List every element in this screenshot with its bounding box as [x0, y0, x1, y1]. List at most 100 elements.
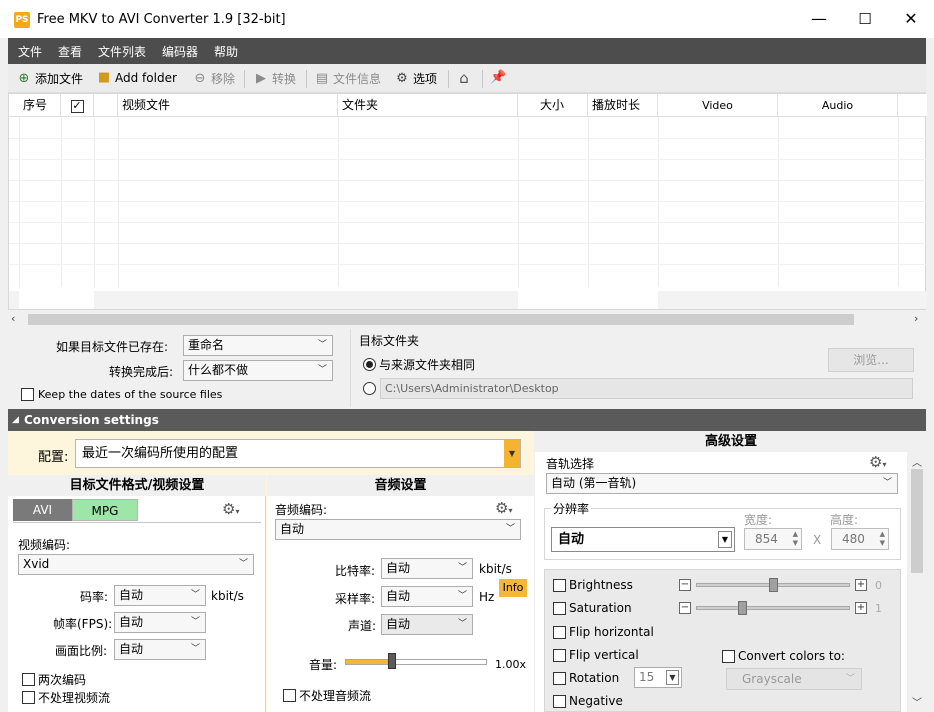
volume-slider[interactable] — [345, 659, 487, 665]
rotation-select[interactable]: 15 ▼ — [634, 667, 682, 688]
file-info-button[interactable]: ▤ 文件信息 — [314, 70, 381, 87]
height-spinner[interactable]: 480 ▲ ▼ — [831, 528, 889, 550]
column-duration[interactable]: 播放时长 — [588, 94, 658, 117]
rotation-checkbox[interactable] — [553, 671, 566, 685]
scroll-right-icon[interactable]: › — [914, 312, 918, 325]
flip-horizontal-option[interactable]: Flip horizontal — [553, 625, 654, 639]
no-video-option[interactable]: 不处理视频流 — [22, 689, 110, 706]
home-button[interactable]: ⌂ — [456, 70, 472, 86]
two-pass-checkbox[interactable] — [22, 673, 35, 686]
two-pass-option[interactable]: 两次编码 — [22, 671, 86, 688]
minimize-button[interactable]: — — [796, 0, 842, 38]
column-video[interactable]: Video — [658, 94, 778, 117]
rotation-option[interactable]: Rotation — [553, 671, 619, 685]
keep-dates-option[interactable]: Keep the dates of the source files — [21, 388, 222, 401]
advanced-gear-icon[interactable]: ⚙▾ — [869, 453, 886, 471]
scroll-left-icon[interactable]: ‹ — [11, 312, 15, 325]
video-bitrate-select[interactable]: 自动 ﹀ — [114, 585, 206, 606]
scrollbar-thumb[interactable] — [28, 314, 854, 325]
remove-button[interactable]: ⊖ 移除 — [192, 70, 235, 87]
column-status[interactable] — [94, 94, 118, 117]
horizontal-scrollbar[interactable]: ‹ › — [8, 311, 926, 328]
convert-colors-select[interactable]: Grayscale ﹀ — [726, 668, 862, 690]
negative-checkbox[interactable] — [553, 694, 566, 708]
brightness-minus-icon[interactable]: − — [679, 579, 691, 591]
flip-vertical-checkbox[interactable] — [553, 648, 566, 662]
tab-avi[interactable]: AVI — [13, 499, 72, 521]
audio-track-select[interactable]: 自动 (第一音轨) ﹀ — [546, 473, 898, 494]
saturation-thumb[interactable] — [738, 601, 747, 615]
audio-bitrate-select[interactable]: 自动 ﹀ — [381, 558, 473, 579]
aspect-select[interactable]: 自动 ﹀ — [114, 639, 206, 660]
browse-button[interactable]: 浏览... — [828, 348, 914, 372]
brightness-thumb[interactable] — [769, 578, 778, 592]
custom-folder-option[interactable] — [363, 382, 376, 398]
audio-gear-icon[interactable]: ⚙▾ — [495, 499, 512, 517]
audio-codec-select[interactable]: 自动 ﹀ — [275, 519, 521, 540]
pin-button[interactable]: 📌 — [490, 70, 506, 86]
saturation-minus-icon[interactable]: − — [679, 602, 691, 614]
column-folder[interactable]: 文件夹 — [338, 94, 518, 117]
channels-select[interactable]: 自动 ﹀ — [381, 614, 473, 635]
menu-file[interactable]: 文件 — [18, 43, 42, 60]
same-as-source-radio[interactable] — [363, 358, 376, 371]
file-table[interactable]: 序号 ✓ 视频文件 文件夹 大小 播放时长 Video Audio — [8, 93, 927, 310]
menu-encoder[interactable]: 编码器 — [162, 43, 198, 60]
scroll-up-icon[interactable]: ︿ — [912, 454, 922, 469]
collapse-arrow-icon[interactable]: ◢ — [12, 409, 19, 431]
add-file-button[interactable]: ⊕ 添加文件 — [16, 70, 83, 87]
volume-thumb[interactable] — [388, 653, 396, 669]
close-button[interactable]: ✕ — [888, 0, 934, 38]
custom-folder-radio[interactable] — [363, 382, 376, 395]
column-select-all[interactable]: ✓ — [61, 94, 94, 117]
keep-dates-checkbox[interactable] — [21, 388, 34, 401]
saturation-plus-icon[interactable]: + — [855, 602, 867, 614]
brightness-plus-icon[interactable]: + — [855, 579, 867, 591]
brightness-checkbox[interactable] — [553, 578, 566, 592]
menu-help[interactable]: 帮助 — [214, 43, 238, 60]
maximize-button[interactable]: ☐ — [842, 0, 888, 38]
info-badge[interactable]: Info — [499, 579, 527, 597]
saturation-option[interactable]: Saturation — [553, 601, 632, 615]
width-spinner[interactable]: 854 ▲ ▼ — [744, 528, 802, 550]
menu-view[interactable]: 查看 — [58, 43, 82, 60]
if-exists-select[interactable]: 重命名 ﹀ — [183, 335, 333, 356]
select-all-checkbox[interactable]: ✓ — [70, 100, 84, 113]
vertical-scrollbar[interactable]: ︿ ﹀ — [908, 452, 926, 710]
spinner-arrows-icon[interactable]: ▲ ▼ — [793, 530, 798, 548]
convert-colors-checkbox[interactable] — [722, 649, 735, 663]
no-video-checkbox[interactable] — [22, 691, 35, 704]
custom-folder-path[interactable]: C:\Users\Administrator\Desktop — [380, 378, 913, 399]
negative-option[interactable]: Negative — [553, 694, 623, 708]
brightness-option[interactable]: Brightness — [553, 578, 633, 592]
samplerate-select[interactable]: 自动 ﹀ — [381, 586, 473, 607]
no-audio-checkbox[interactable] — [283, 689, 296, 702]
tab-mpg[interactable]: MPG — [72, 499, 138, 521]
saturation-checkbox[interactable] — [553, 601, 566, 615]
video-codec-select[interactable]: Xvid ﹀ — [18, 554, 254, 575]
chevron-down-icon[interactable]: ▼ — [504, 440, 520, 467]
fps-select[interactable]: 自动 ﹀ — [114, 612, 206, 633]
column-video-file[interactable]: 视频文件 — [118, 94, 338, 117]
column-index[interactable]: 序号 — [19, 94, 61, 117]
convert-colors-option[interactable]: Convert colors to: — [722, 649, 845, 663]
add-folder-button[interactable]: ■ Add folder — [96, 70, 177, 86]
saturation-slider[interactable] — [696, 606, 850, 610]
scrollbar-thumb[interactable] — [911, 469, 923, 573]
convert-button[interactable]: ▶ 转换 — [253, 70, 296, 87]
flip-horizontal-checkbox[interactable] — [553, 625, 566, 639]
options-button[interactable]: ⚙ 选项 — [394, 70, 437, 87]
video-gear-icon[interactable]: ⚙▾ — [222, 500, 239, 518]
profile-select[interactable]: 最近一次编码所使用的配置 ▼ — [75, 439, 521, 468]
conversion-settings-header[interactable]: ◢ Conversion settings — [8, 409, 926, 431]
column-audio[interactable]: Audio — [778, 94, 898, 117]
scroll-down-icon[interactable]: ﹀ — [912, 694, 922, 709]
spinner-arrows-icon[interactable]: ▲ ▼ — [880, 530, 885, 548]
menu-file-list[interactable]: 文件列表 — [98, 43, 146, 60]
resolution-select[interactable]: 自动 ▼ — [551, 527, 735, 552]
flip-vertical-option[interactable]: Flip vertical — [553, 648, 639, 662]
after-done-select[interactable]: 什么都不做 ﹀ — [183, 360, 333, 381]
column-size[interactable]: 大小 — [518, 94, 588, 117]
same-as-source-option[interactable]: 与来源文件夹相同 — [363, 356, 475, 373]
no-audio-option[interactable]: 不处理音频流 — [283, 687, 371, 704]
